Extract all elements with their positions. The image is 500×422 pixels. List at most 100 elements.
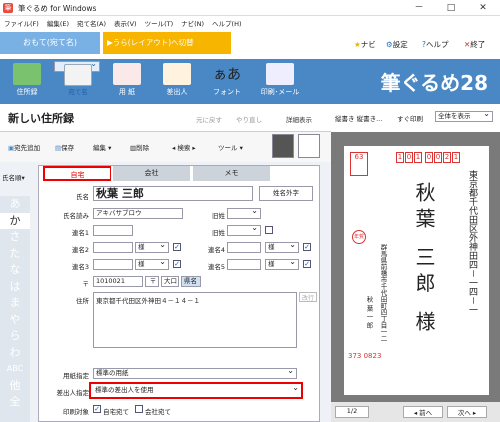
kana-abc[interactable]: ABC (0, 361, 30, 378)
menu-edit[interactable]: 編集(E) (43, 16, 73, 30)
redo-button[interactable]: やり直し (236, 114, 262, 124)
kana-index: あ か さ た な は ま や ら わ ABC 他 全 (0, 196, 30, 422)
rensei2-check[interactable]: ✓ (173, 243, 181, 251)
recipient-name: 秋葉 三郎 様 (412, 182, 436, 337)
rensei5-sama[interactable]: 様 (265, 257, 299, 270)
company-check[interactable] (135, 405, 143, 413)
tab-company[interactable]: 会社 (113, 166, 191, 181)
undo-button[interactable]: 元に戻す (196, 114, 222, 124)
stamp-icon: 63 (350, 152, 368, 176)
zip-boxes: 1010021 (396, 152, 460, 163)
kana-ma[interactable]: ま (0, 295, 30, 312)
panel-header: 新しい住所録 元に戻す やり直し 詳細表示 (0, 104, 331, 132)
ribbon-font[interactable]: ぁあ フォント (204, 61, 250, 101)
rensei1-label: 連名1 (71, 229, 89, 237)
zoom-select[interactable]: 全体を表示 (435, 109, 493, 122)
maximize-button[interactable]: □ (436, 2, 466, 14)
kana-other[interactable]: 他 (0, 378, 30, 395)
rensei3-sama[interactable]: 様 (135, 257, 169, 270)
ribbon-atena[interactable]: 宛て名 (54, 59, 100, 96)
add-button[interactable]: ▣宛先追加 (8, 142, 40, 152)
address-field[interactable]: 東京都千代田区外神田４－１４－１ (93, 292, 297, 348)
omote-tab[interactable]: おもて(宛て名) (0, 32, 100, 54)
zip-digit: 1 (452, 152, 460, 163)
kyuusei2-check[interactable] (265, 226, 273, 234)
navi-button[interactable]: ★ナビ (354, 39, 376, 50)
kyuusei2-label: 旧姓 (212, 229, 225, 237)
kana-ha[interactable]: は (0, 279, 30, 296)
kana-ra[interactable]: ら (0, 328, 30, 345)
edit-button[interactable]: 編集 ▾ (93, 142, 111, 152)
sender-zip: 373 0823 (348, 352, 382, 360)
rensei4-field[interactable] (227, 242, 261, 253)
home-check[interactable]: ✓ (93, 405, 101, 413)
kana-wa[interactable]: わ (0, 345, 30, 362)
zip-digit: 1 (414, 152, 422, 163)
close-button[interactable]: ✕ (468, 2, 498, 14)
prev-page-button[interactable]: ◂ 前へ (403, 406, 443, 418)
menu-navi[interactable]: ナビ(N) (177, 16, 208, 30)
rensei3-check[interactable]: ✓ (173, 260, 181, 268)
zip-field[interactable]: 1010021 (93, 276, 143, 287)
tool-menu[interactable]: ツール ▾ (218, 142, 243, 152)
ribbon-print[interactable]: 印刷･メール (254, 61, 306, 101)
gaiji-button[interactable]: 姓名外字 (259, 186, 313, 201)
zip-digit: 2 (443, 152, 451, 163)
ribbon-addressbook[interactable]: 住所録 (4, 61, 50, 101)
tab-home[interactable]: 自宅 (43, 166, 111, 181)
rensei4-sama[interactable]: 様 (265, 240, 299, 253)
quit-button[interactable]: ✕終了 (464, 39, 485, 50)
kyuusei-select[interactable] (227, 206, 261, 219)
quick-print-button[interactable]: すぐ印刷 (397, 113, 423, 123)
save-button[interactable]: ▤保存 (55, 142, 74, 152)
ribbon-sender[interactable]: 差出人 (154, 61, 200, 101)
vertical-mode[interactable]: 縦書き 縦書き... (335, 113, 382, 123)
paper-select[interactable]: 標準の用紙 (93, 366, 297, 379)
zip-digit: 0 (425, 152, 433, 163)
list-view-icon[interactable] (298, 134, 320, 158)
yomi-field[interactable]: アキバサブロウ (93, 208, 183, 219)
menu-tool[interactable]: ツール(T) (141, 16, 178, 30)
ribbon-paper[interactable]: 用 紙 (104, 61, 150, 101)
oguchi-button[interactable]: 大口 (161, 276, 179, 287)
kana-ka[interactable]: か (0, 212, 30, 229)
settings-button[interactable]: ⚙設定 (386, 39, 408, 50)
rensei5-check[interactable]: ✓ (303, 260, 311, 268)
search-button[interactable]: ◂ 検索 ▸ (172, 142, 196, 152)
rensei3-field[interactable] (93, 259, 133, 270)
zip-lookup-button[interactable]: 〒 (145, 276, 159, 287)
zip-label: 〒 (82, 280, 90, 288)
delete-button[interactable]: ▥削除 (130, 142, 149, 152)
rensei4-check[interactable]: ✓ (303, 243, 311, 251)
help-button[interactable]: ?ヘルプ (422, 39, 448, 50)
kana-ta[interactable]: た (0, 246, 30, 263)
detail-button[interactable]: 詳細表示 (286, 114, 312, 124)
rensei5-field[interactable] (227, 259, 261, 270)
sort-select[interactable]: 氏名順▾ (2, 172, 25, 182)
rensei2-sama[interactable]: 様 (135, 240, 169, 253)
minimize-button[interactable]: － (404, 2, 434, 14)
kyuusei2-select[interactable] (227, 223, 261, 236)
menu-help[interactable]: ヘルプ(H) (208, 16, 245, 30)
kana-all[interactable]: 全 (0, 394, 30, 411)
kana-na[interactable]: な (0, 262, 30, 279)
prefecture-button[interactable]: 県名 (181, 276, 201, 287)
tab-memo[interactable]: メモ (193, 166, 271, 181)
sender-select[interactable]: 標準の差出人を使用 (89, 381, 303, 399)
menu-file[interactable]: ファイル(F) (0, 16, 43, 30)
address-form: 自宅 会社 メモ 氏名 秋葉 三郎 姓名外字 氏名読み アキバサブロウ 旧姓 連… (38, 165, 320, 422)
ura-switch-button[interactable]: ▶うら(レイアウト)へ切替 (103, 32, 231, 54)
next-page-button[interactable]: 次へ ▸ (447, 406, 487, 418)
rensei2-field[interactable] (93, 242, 133, 253)
kana-ya[interactable]: や (0, 312, 30, 329)
newline-button[interactable]: 改行 (299, 292, 317, 302)
kana-sa[interactable]: さ (0, 229, 30, 246)
name-label: 氏名 (76, 193, 89, 201)
kana-a[interactable]: あ (0, 196, 30, 213)
menu-view[interactable]: 表示(V) (110, 16, 141, 30)
rensei1-field[interactable] (93, 225, 133, 236)
address-label: 住所 (76, 297, 89, 305)
menu-address[interactable]: 宛て名(A) (73, 16, 110, 30)
card-view-icon[interactable] (272, 134, 294, 158)
name-field[interactable]: 秋葉 三郎 (93, 186, 253, 201)
